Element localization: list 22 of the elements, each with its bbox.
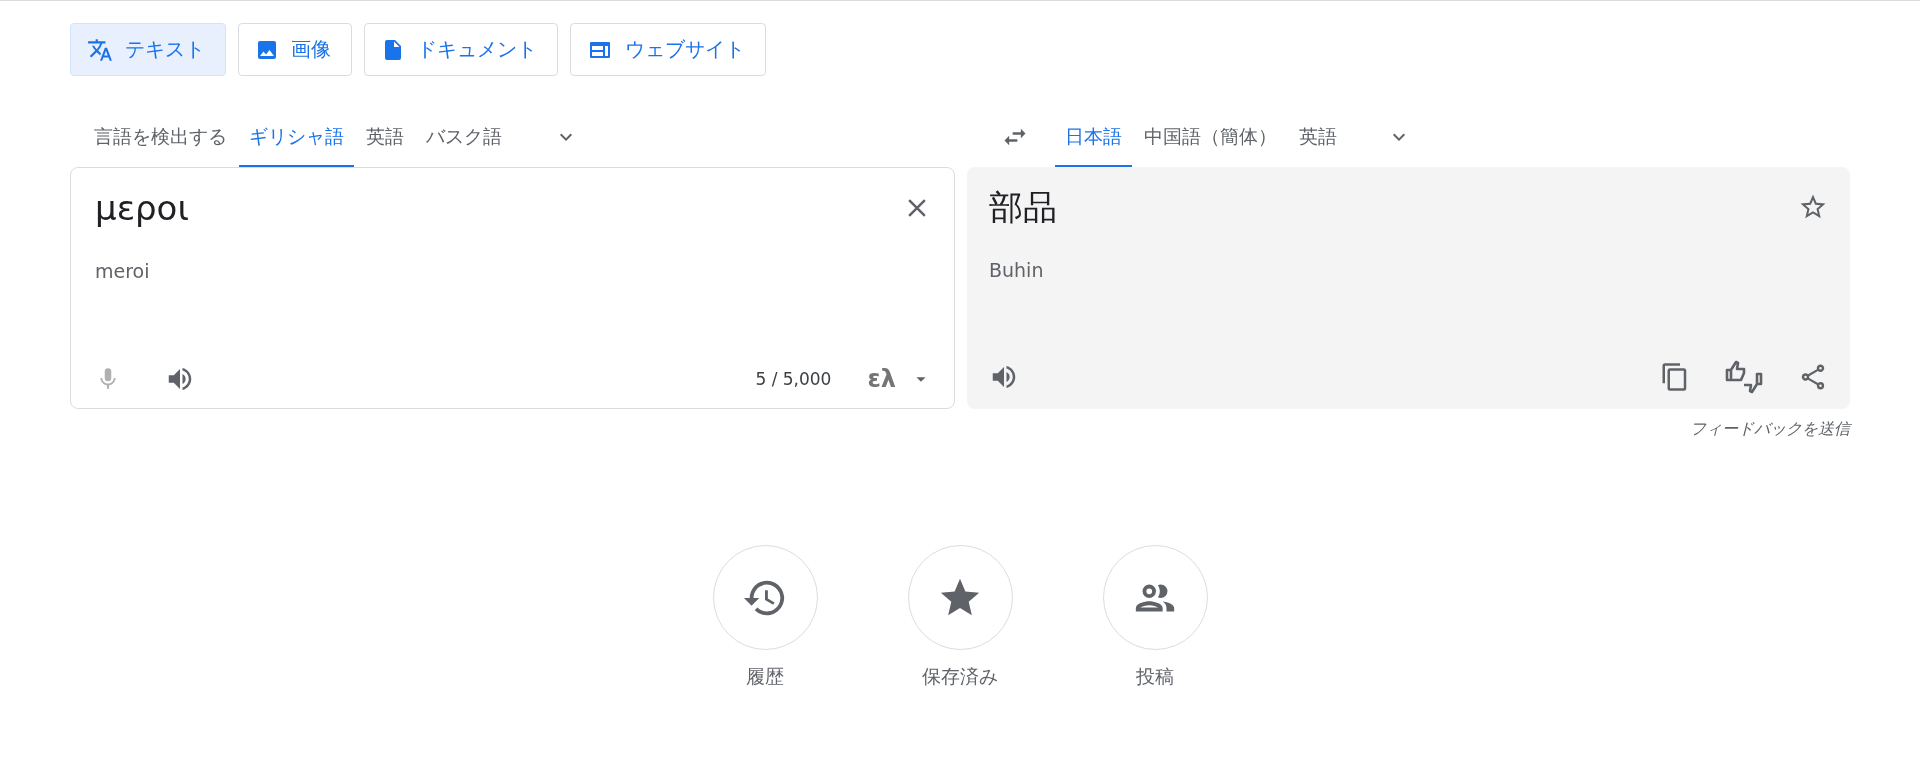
translate-icon (87, 36, 113, 63)
mode-tab[interactable]: テキスト (70, 23, 226, 76)
language-tab[interactable]: 言語を検出する (84, 107, 237, 167)
language-tab[interactable]: バスク語 (416, 107, 512, 167)
shortcut-label: 保存済み (922, 664, 998, 689)
shortcut-label: 投稿 (1136, 664, 1174, 689)
language-tab[interactable]: 中国語（簡体） (1134, 107, 1287, 167)
mode-tab[interactable]: ウェブサイト (570, 23, 766, 76)
language-tab[interactable]: 英語 (356, 107, 414, 167)
thumbs-up-down-icon[interactable] (1724, 359, 1764, 395)
mode-tab[interactable]: 画像 (238, 23, 352, 76)
shortcut-label: 履歴 (746, 664, 784, 689)
language-tab[interactable]: 英語 (1289, 107, 1347, 167)
character-count: 5 / 5,000 (755, 369, 832, 389)
source-text[interactable]: μεροι (95, 186, 189, 230)
input-tool-button[interactable]: ελ (867, 365, 896, 393)
feedback-link[interactable]: フィードバックを送信 (1690, 419, 1850, 440)
mode-tab[interactable]: ドキュメント (364, 23, 558, 76)
transliteration-text: meroi (95, 260, 151, 282)
translated-text: 部品 (989, 186, 1057, 229)
language-tab[interactable]: ギリシャ語 (239, 107, 354, 167)
transliteration-text: Buhin (989, 259, 1045, 281)
